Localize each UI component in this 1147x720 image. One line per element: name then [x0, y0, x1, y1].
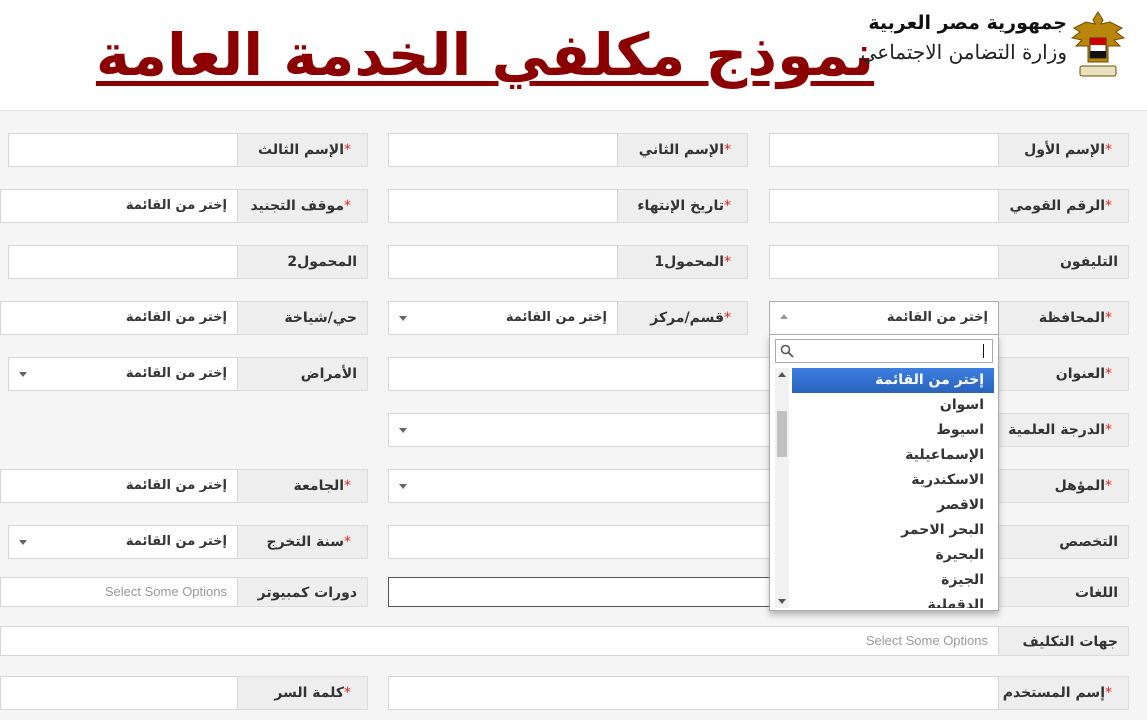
governorate-select[interactable]: إختر من القائمة	[769, 301, 999, 335]
specialization-label: التخصص	[998, 525, 1129, 559]
required-marker: *	[344, 685, 351, 701]
graduation-year-select[interactable]: إختر من القائمة	[8, 525, 238, 559]
eagle-emblem-icon	[1070, 11, 1126, 77]
dropdown-scrollbar[interactable]	[775, 368, 789, 608]
scroll-down-icon[interactable]	[778, 599, 786, 604]
ministry-name: جمهورية مصر العربية وزارة التضامن الاجتم…	[860, 12, 1067, 64]
mobile2-label: المحمول2	[237, 245, 368, 279]
neighborhood-select[interactable]: إختر من القائمة	[0, 301, 238, 335]
password-label: *كلمة السر	[237, 676, 368, 710]
country-name: جمهورية مصر العربية	[868, 12, 1067, 34]
password-input[interactable]	[0, 676, 238, 710]
chevron-down-icon	[399, 428, 407, 433]
dropdown-option[interactable]: اسوان	[792, 393, 994, 418]
military-status-label: *موقف التجنيد	[237, 189, 368, 223]
page-header: نموذج مكلفي الخدمة العامة جمهورية مصر ال…	[0, 0, 1147, 111]
university-label: *الجامعة	[237, 469, 368, 503]
mobile2-input[interactable]	[8, 245, 238, 279]
national-id-label: *الرقم القومي	[998, 189, 1129, 223]
third-name-input[interactable]	[8, 133, 238, 167]
dropdown-option[interactable]: اسيوط	[792, 418, 994, 443]
dropdown-option[interactable]: الدقهلية	[792, 593, 994, 608]
university-select[interactable]: إختر من القائمة	[0, 469, 238, 503]
scroll-up-icon[interactable]	[778, 372, 786, 377]
required-marker: *	[344, 142, 351, 158]
chevron-down-icon	[19, 540, 27, 545]
graduation-year-label: *سنة التخرج	[237, 525, 368, 559]
dropdown-option[interactable]: الاقصر	[792, 493, 994, 518]
mobile1-label: *المحمول1	[617, 245, 748, 279]
diseases-label: الأمراض	[237, 357, 368, 391]
address-label: *العنوان	[998, 357, 1129, 391]
ministry-calligraphy: وزارة التضامن الاجتماعي	[860, 40, 1067, 64]
military-status-select[interactable]: إختر من القائمة	[0, 189, 238, 223]
dropdown-option[interactable]: البحيرة	[792, 543, 994, 568]
phone-input[interactable]	[769, 245, 999, 279]
phone-label: التليفون	[998, 245, 1129, 279]
assignment-entities-multiselect[interactable]: Select Some Options	[0, 626, 999, 656]
end-date-input[interactable]	[388, 189, 618, 223]
graduation-year-selected-value: إختر من القائمة	[125, 534, 227, 549]
governorate-dropdown: إختر من القائمة اسوان اسيوط الإسماعيلية …	[769, 334, 999, 611]
required-marker: *	[724, 310, 731, 326]
diseases-select[interactable]: إختر من القائمة	[8, 357, 238, 391]
username-input[interactable]	[388, 676, 999, 710]
dropdown-option[interactable]: البحر الاحمر	[792, 518, 994, 543]
required-marker: *	[724, 198, 731, 214]
dropdown-option[interactable]: الجيزة	[792, 568, 994, 593]
required-marker: *	[1105, 142, 1112, 158]
required-marker: *	[1105, 310, 1112, 326]
computer-courses-multiselect[interactable]: Select Some Options	[0, 577, 238, 607]
required-marker: *	[1105, 198, 1112, 214]
diseases-selected-value: إختر من القائمة	[125, 366, 227, 381]
computer-courses-label: دورات كمبيوتر	[237, 577, 368, 607]
username-label: *إسم المستخدم	[998, 676, 1129, 710]
second-name-label: *الإسم الثاني	[617, 133, 748, 167]
first-name-input[interactable]	[769, 133, 999, 167]
search-icon	[780, 344, 794, 358]
required-marker: *	[344, 534, 351, 550]
languages-label: اللغات	[998, 577, 1129, 607]
district-select[interactable]: إختر من القائمة	[388, 301, 618, 335]
required-marker: *	[344, 478, 351, 494]
degree-label: *الدرجة العلمية	[998, 413, 1129, 447]
dropdown-options-list: إختر من القائمة اسوان اسيوط الإسماعيلية …	[792, 368, 994, 608]
mobile1-input[interactable]	[388, 245, 618, 279]
page-title: نموذج مكلفي الخدمة العامة	[95, 21, 875, 89]
required-marker: *	[724, 142, 731, 158]
end-date-label: *تاريخ الإنتهاء	[617, 189, 748, 223]
chevron-down-icon	[399, 484, 407, 489]
required-marker: *	[1105, 685, 1112, 701]
text-cursor	[983, 344, 984, 358]
required-marker: *	[1105, 366, 1112, 382]
district-selected-value: إختر من القائمة	[505, 310, 607, 325]
district-label: *قسم/مركز	[617, 301, 748, 335]
dropdown-option[interactable]: الإسماعيلية	[792, 443, 994, 468]
required-marker: *	[724, 254, 731, 270]
second-name-input[interactable]	[388, 133, 618, 167]
required-marker: *	[1105, 422, 1112, 438]
dropdown-option[interactable]: إختر من القائمة	[792, 368, 994, 393]
governorate-selected-value: إختر من القائمة	[886, 310, 988, 325]
required-marker: *	[1105, 478, 1112, 494]
chevron-down-icon	[19, 372, 27, 377]
national-id-input[interactable]	[769, 189, 999, 223]
governorate-label: *المحافظة	[998, 301, 1129, 335]
chevron-up-icon	[780, 314, 788, 319]
first-name-label: *الإسم الأول	[998, 133, 1129, 167]
assignment-entities-label: جهات التكليف	[998, 626, 1129, 656]
scroll-thumb[interactable]	[777, 411, 787, 457]
qualification-label: *المؤهل	[998, 469, 1129, 503]
dropdown-search-input[interactable]	[775, 339, 993, 363]
third-name-label: *الإسم الثالث	[237, 133, 368, 167]
chevron-down-icon	[399, 316, 407, 321]
dropdown-option[interactable]: الاسكندرية	[792, 468, 994, 493]
neighborhood-label: حي/شياخة	[237, 301, 368, 335]
required-marker: *	[344, 198, 351, 214]
